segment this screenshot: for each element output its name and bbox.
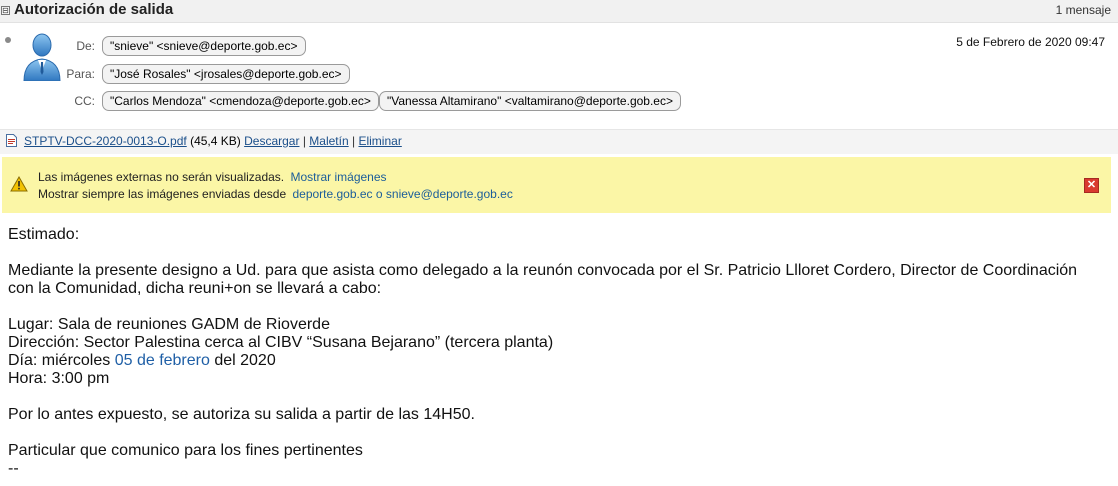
download-link[interactable]: Descargar — [244, 134, 299, 148]
to-address-chip[interactable]: "José Rosales" <jrosales@deporte.gob.ec> — [102, 64, 350, 84]
meeting-time: Hora: 3:00 pm — [8, 370, 110, 387]
warning-line-2: Mostrar siempre las imágenes enviadas de… — [38, 187, 513, 201]
meeting-address: Dirección: Sector Palestina cerca al CIB… — [8, 334, 554, 351]
message-date: 5 de Febrero de 2020 09:47 — [956, 35, 1105, 49]
separator: | — [302, 134, 306, 148]
greeting: Estimado: — [8, 226, 80, 243]
body-paragraph-line: con la Comunidad, dicha reuni+on se llev… — [8, 280, 382, 297]
separator: | — [352, 134, 356, 148]
from-label: De: — [76, 39, 95, 53]
signature-separator: -- — [8, 460, 19, 477]
attachment-bar: STPTV-DCC-2020-0013-O.pdf (45,4 KB) Desc… — [0, 129, 1118, 154]
attachment-line: STPTV-DCC-2020-0013-O.pdf (45,4 KB) Desc… — [24, 134, 402, 148]
meeting-day: Día: miércoles 05 de febrero del 2020 — [8, 352, 276, 370]
external-images-warning: Las imágenes externas no serán visualiza… — [2, 157, 1111, 213]
briefcase-link[interactable]: Maletín — [309, 134, 348, 148]
attachment-filename-link[interactable]: STPTV-DCC-2020-0013-O.pdf — [24, 134, 187, 148]
always-show-message: Mostrar siempre las imágenes enviadas de… — [38, 187, 287, 201]
cc-label: CC: — [74, 94, 95, 108]
date-link[interactable]: 05 de febrero — [115, 352, 210, 369]
conversation-title: Autorización de salida — [14, 1, 174, 18]
collapse-toggle[interactable]: ⊟ — [1, 6, 10, 15]
from-address-chip[interactable]: "snieve" <snieve@deporte.gob.ec> — [102, 36, 306, 56]
or-text: o — [375, 187, 383, 201]
meeting-location: Lugar: Sala de reuniones GADM de Rioverd… — [8, 316, 330, 333]
day-prefix: Día: miércoles — [8, 352, 115, 369]
cc-address-chip[interactable]: "Vanessa Altamirano" <valtamirano@deport… — [379, 91, 681, 111]
day-suffix: del 2020 — [209, 352, 276, 369]
body-paragraph-line: Mediante la presente designo a Ud. para … — [8, 262, 1078, 279]
pdf-file-icon — [6, 134, 17, 147]
to-label: Para: — [66, 67, 95, 81]
always-show-sender-link[interactable]: snieve@deporte.gob.ec — [386, 187, 513, 201]
warning-line-1: Las imágenes externas no serán visualiza… — [38, 170, 387, 184]
message-count: 1 mensaje — [1055, 3, 1111, 17]
cc-address-chip[interactable]: "Carlos Mendoza" <cmendoza@deporte.gob.e… — [102, 91, 379, 111]
closing-text: Particular que comunico para los fines p… — [8, 442, 363, 459]
close-warning-button[interactable]: ✕ — [1084, 178, 1099, 193]
warning-message: Las imágenes externas no serán visualiza… — [38, 170, 285, 184]
always-show-domain-link[interactable]: deporte.gob.ec — [292, 187, 372, 201]
conversation-header: ⊟ Autorización de salida 1 mensaje — [0, 0, 1118, 23]
authorization-text: Por lo antes expuesto, se autoriza su sa… — [8, 406, 475, 423]
show-images-link[interactable]: Mostrar imágenes — [290, 170, 386, 184]
attachment-size: (45,4 KB) — [190, 134, 241, 148]
delete-link[interactable]: Eliminar — [358, 134, 401, 148]
warning-icon — [10, 176, 28, 192]
